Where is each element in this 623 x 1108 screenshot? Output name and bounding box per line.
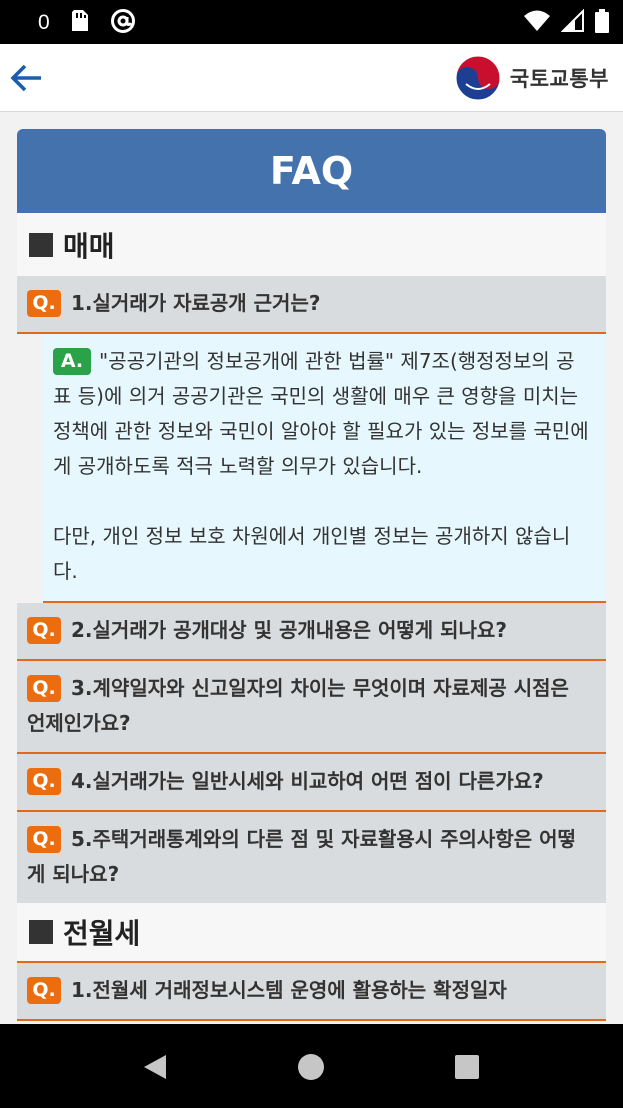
section-title: 전월세 (63, 917, 141, 950)
faq-question-1[interactable]: Q. 1.실거래가 자료공개 근거는? (17, 276, 606, 334)
section-heading-trade: 매매 (17, 213, 606, 276)
back-button[interactable] (6, 60, 46, 96)
ministry-name: 국토교통부 (509, 67, 609, 91)
question-text: 1.실거래가 자료공개 근거는? (71, 291, 321, 315)
cell-signal-icon (560, 8, 585, 37)
at-sign-icon (110, 8, 136, 38)
section-title: 매매 (63, 229, 115, 263)
faq-answer-1: A. "공공기관의 정보공개에 관한 법률" 제7조(행정정보의 공표 등)에 의… (43, 334, 606, 603)
question-text: 5.주택거래통계와의 다른 점 및 자료활용시 주의사항은 어떻게 되나요? (27, 827, 576, 886)
answer-paragraph-2: 다만, 개인 정보 보호 차원에서 개인별 정보는 공개하지 않습니다. (53, 524, 571, 583)
home-circle-icon (298, 1054, 324, 1080)
back-triangle-icon (144, 1055, 166, 1079)
answer-badge: A. (53, 348, 91, 375)
nav-back-button[interactable] (138, 1050, 172, 1084)
wifi-icon (523, 9, 551, 37)
status-bar: 0 (0, 0, 623, 44)
system-nav-bar (0, 1024, 623, 1108)
section-heading-lease: 전월세 (17, 903, 606, 961)
square-bullet-icon (29, 232, 53, 257)
square-bullet-icon (29, 920, 53, 944)
ministry-logo: 국토교통부 (454, 54, 609, 102)
taegeuk-emblem-icon (455, 55, 501, 101)
battery-icon (595, 9, 609, 37)
faq-question-3[interactable]: Q. 3.계약일자와 신고일자의 차이는 무엇이며 자료제공 시점은 언제인가요? (17, 661, 606, 754)
question-text: 2.실거래가 공개대상 및 공개내용은 어떻게 되나요? (71, 618, 507, 642)
nav-home-button[interactable] (294, 1050, 328, 1084)
page-title: FAQ (17, 129, 606, 213)
app-bar: 국토교통부 (0, 44, 623, 112)
answer-paragraph-1: "공공기관의 정보공개에 관한 법률" 제7조(행정정보의 공표 등)에 의거 … (53, 349, 589, 478)
question-badge: Q. (27, 617, 61, 644)
question-badge: Q. (27, 675, 61, 702)
question-badge: Q. (27, 290, 61, 317)
faq-question-lease-1[interactable]: Q. 1.전월세 거래정보시스템 운영에 활용하는 확정일자 (17, 961, 606, 1021)
question-text: 3.계약일자와 신고일자의 차이는 무엇이며 자료제공 시점은 언제인가요? (27, 676, 569, 735)
arrow-left-icon (10, 64, 41, 92)
recents-square-icon (455, 1055, 479, 1079)
faq-question-4[interactable]: Q. 4.실거래가는 일반시세와 비교하여 어떤 점이 다른가요? (17, 754, 606, 812)
faq-sheet: FAQ 매매 Q. 1.실거래가 자료공개 근거는? A. "공공기관의 정보공개에… (17, 129, 606, 1021)
notification-count: 0 (38, 11, 50, 34)
question-badge: Q. (27, 826, 61, 853)
faq-content[interactable]: FAQ 매매 Q. 1.실거래가 자료공개 근거는? A. "공공기관의 정보공개에… (0, 112, 623, 1024)
sd-card-icon (70, 9, 90, 37)
question-text: 1.전월세 거래정보시스템 운영에 활용하는 확정일자 (71, 978, 507, 1002)
question-text: 4.실거래가는 일반시세와 비교하여 어떤 점이 다른가요? (71, 769, 544, 793)
question-badge: Q. (27, 768, 61, 795)
faq-question-2[interactable]: Q. 2.실거래가 공개대상 및 공개내용은 어떻게 되나요? (17, 603, 606, 661)
question-badge: Q. (27, 977, 61, 1004)
faq-question-5[interactable]: Q. 5.주택거래통계와의 다른 점 및 자료활용시 주의사항은 어떻게 되나요? (17, 812, 606, 903)
nav-recents-button[interactable] (450, 1050, 484, 1084)
